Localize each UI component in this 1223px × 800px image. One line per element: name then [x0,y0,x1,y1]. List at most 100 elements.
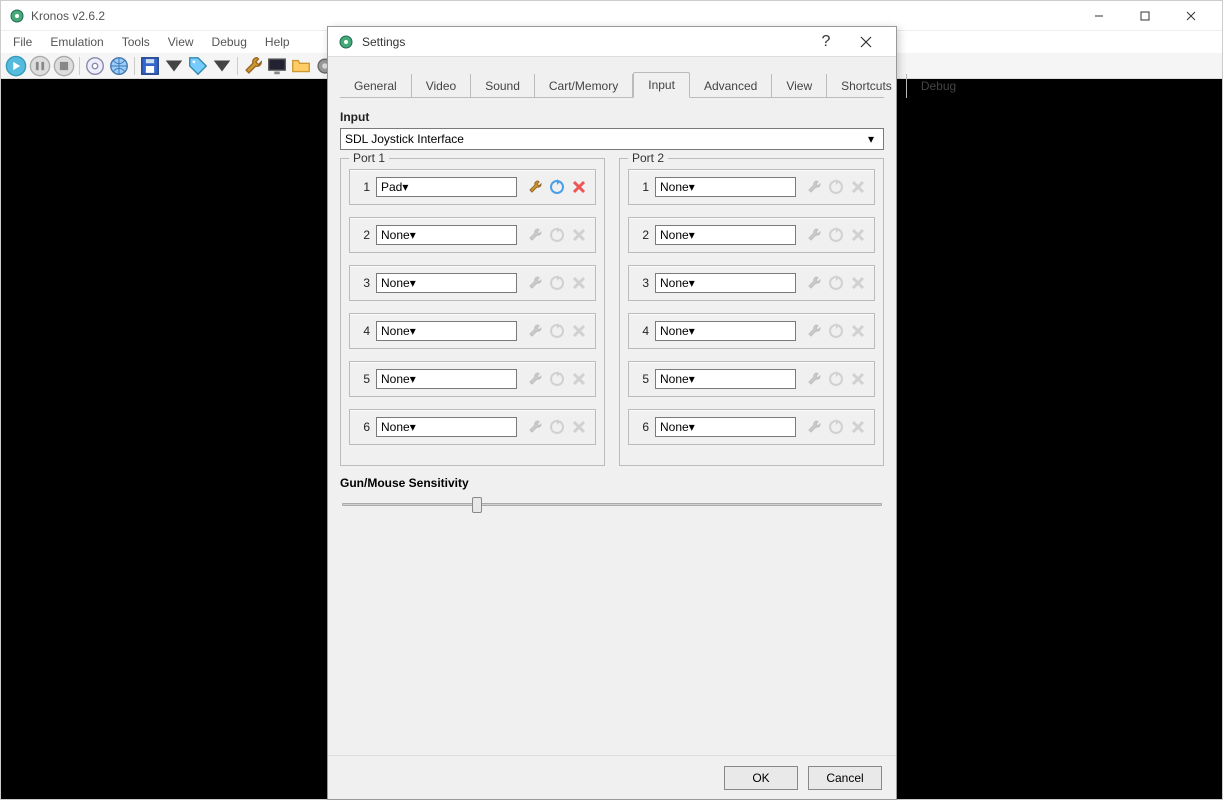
play-icon[interactable] [5,55,27,77]
slot-number: 6 [635,420,649,434]
remove-icon [848,225,868,245]
slot-device-value: None [381,228,410,242]
slot-device-select[interactable]: Pad ▾ [376,177,517,197]
port1-slot-row: 2 None ▾ [349,217,596,253]
globe-icon[interactable] [108,55,130,77]
slot-number: 4 [356,324,370,338]
port1-slot-row: 6 None ▾ [349,409,596,445]
port2-slot-row: 6 None ▾ [628,409,875,445]
interface-select[interactable]: SDL Joystick Interface ▾ [340,128,884,150]
slot-device-select[interactable]: None ▾ [655,321,796,341]
slot-device-select[interactable]: None ▾ [655,177,796,197]
slot-device-select[interactable]: None ▾ [655,417,796,437]
chevron-down-icon: ▾ [410,372,416,386]
remove-icon [848,417,868,437]
port1-slot-row: 5 None ▾ [349,361,596,397]
menu-debug[interactable]: Debug [204,33,255,51]
toolbar-separator [79,57,80,75]
save-dropdown-icon[interactable] [163,55,185,77]
tab-cart-memory[interactable]: Cart/Memory [535,74,633,98]
slot-device-select[interactable]: None ▾ [376,417,517,437]
configure-icon [525,273,545,293]
chevron-down-icon: ▾ [689,228,695,242]
dialog-close-button[interactable] [846,28,886,56]
configure-icon [525,369,545,389]
sensitivity-slider[interactable] [342,494,882,514]
port1-slot-row: 4 None ▾ [349,313,596,349]
cancel-button[interactable]: Cancel [808,766,882,790]
slot-device-select[interactable]: None ▾ [655,273,796,293]
slot-device-select[interactable]: None ▾ [655,225,796,245]
chevron-down-icon: ▾ [410,324,416,338]
pause-icon[interactable] [29,55,51,77]
slot-number: 1 [635,180,649,194]
slider-thumb[interactable] [472,497,482,513]
chevron-down-icon: ▾ [402,180,408,194]
slot-device-select[interactable]: None ▾ [376,273,517,293]
menu-view[interactable]: View [160,33,202,51]
menu-tools[interactable]: Tools [114,33,158,51]
stop-icon[interactable] [53,55,75,77]
slot-number: 3 [356,276,370,290]
configure-icon [804,177,824,197]
slot-device-value: None [381,324,410,338]
configure-icon [804,225,824,245]
configure-icon[interactable] [525,177,545,197]
maximize-button[interactable] [1122,1,1168,31]
ports: Port 1 1 Pad ▾ 2 None ▾ [340,158,884,466]
help-button[interactable]: ? [806,28,846,56]
chevron-down-icon: ▾ [410,420,416,434]
port2-fieldset: Port 2 1 None ▾ 2 None ▾ [619,158,884,466]
slot-device-select[interactable]: None ▾ [655,369,796,389]
minimize-button[interactable] [1076,1,1122,31]
menu-emulation[interactable]: Emulation [42,33,111,51]
toolbar-separator [237,57,238,75]
slot-device-select[interactable]: None ▾ [376,225,517,245]
chevron-down-icon: ▾ [689,324,695,338]
ok-button[interactable]: OK [724,766,798,790]
tab-sound[interactable]: Sound [471,74,535,98]
slider-track [342,503,882,506]
reset-icon [547,225,567,245]
folder-icon[interactable] [290,55,312,77]
configure-icon [804,321,824,341]
reset-icon [826,177,846,197]
tab-view[interactable]: View [772,74,827,98]
slot-device-select[interactable]: None ▾ [376,321,517,341]
menu-file[interactable]: File [5,33,40,51]
interface-value: SDL Joystick Interface [345,132,863,146]
slot-device-value: None [660,276,689,290]
tab-shortcuts[interactable]: Shortcuts [827,74,907,98]
chevron-down-icon: ▾ [689,420,695,434]
slot-number: 2 [635,228,649,242]
window-title: Kronos v2.6.2 [31,9,1076,23]
port1-fieldset: Port 1 1 Pad ▾ 2 None ▾ [340,158,605,466]
tab-general[interactable]: General [340,74,412,98]
remove-icon [848,273,868,293]
remove-icon [569,321,589,341]
port1-slot-row: 3 None ▾ [349,265,596,301]
slot-number: 4 [635,324,649,338]
monitor-icon[interactable] [266,55,288,77]
tag-dropdown-icon[interactable] [211,55,233,77]
menu-help[interactable]: Help [257,33,298,51]
save-icon[interactable] [139,55,161,77]
reset-icon[interactable] [547,177,567,197]
disc-icon[interactable] [84,55,106,77]
tab-debug[interactable]: Debug [907,74,970,98]
slot-device-select[interactable]: None ▾ [376,369,517,389]
tab-advanced[interactable]: Advanced [690,74,772,98]
configure-icon [525,321,545,341]
chevron-down-icon: ▾ [410,228,416,242]
tab-input[interactable]: Input [633,72,690,98]
tag-icon[interactable] [187,55,209,77]
remove-icon[interactable] [569,177,589,197]
configure-icon [525,225,545,245]
close-button[interactable] [1168,1,1214,31]
configure-icon [525,417,545,437]
toolbar-separator [134,57,135,75]
wrench-icon[interactable] [242,55,264,77]
dialog-body: General Video Sound Cart/Memory Input Ad… [328,57,896,755]
reset-icon [826,321,846,341]
tab-video[interactable]: Video [412,74,471,98]
